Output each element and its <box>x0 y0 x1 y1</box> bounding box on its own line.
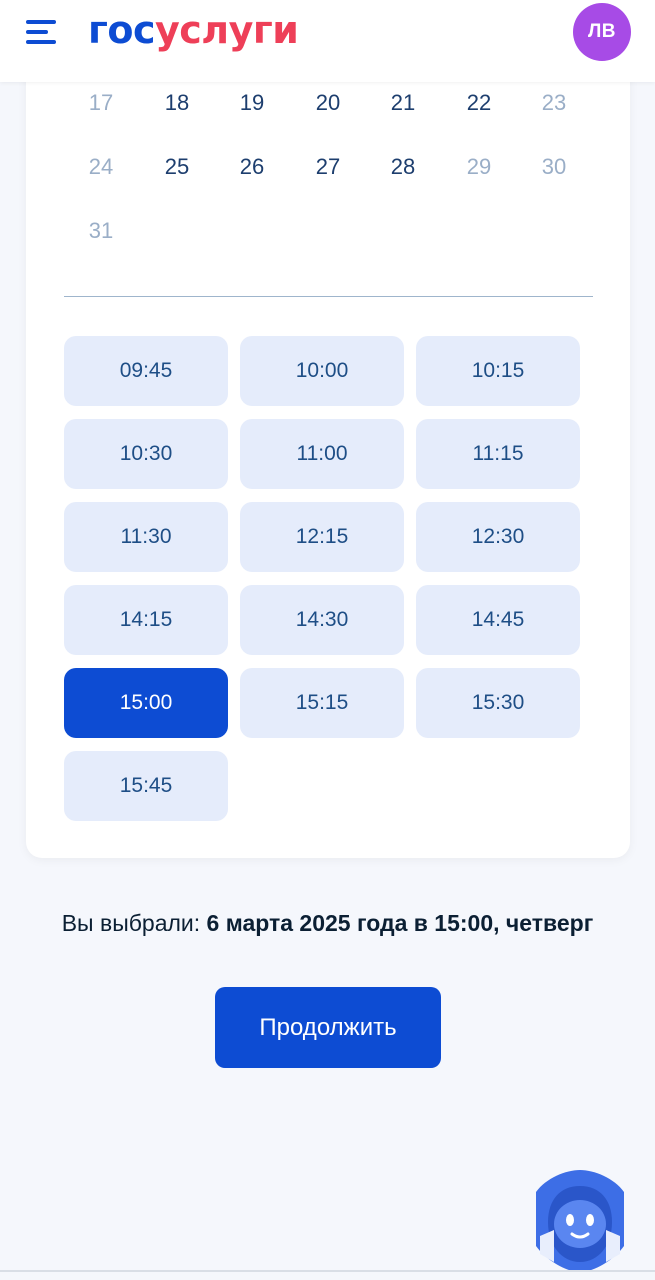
logo-part-gos: гос <box>88 8 156 52</box>
calendar-day[interactable]: 20 <box>298 89 358 117</box>
calendar-day: 24 <box>88 154 114 179</box>
time-slot[interactable]: 10:15 <box>416 336 580 406</box>
calendar-day[interactable]: 22 <box>449 89 509 117</box>
time-slot[interactable]: 11:30 <box>64 502 228 572</box>
selection-value: 6 марта 2025 года в 15:00, четверг <box>206 910 594 936</box>
bottom-divider <box>0 1270 655 1272</box>
selection-label: Вы выбрали: <box>61 910 207 936</box>
time-slot[interactable]: 10:30 <box>64 419 228 489</box>
time-slot[interactable]: 15:30 <box>416 668 580 738</box>
time-slot[interactable]: 10:00 <box>240 336 404 406</box>
calendar-day: 23 <box>541 90 567 115</box>
calendar-day[interactable]: 27 <box>298 153 358 181</box>
calendar-day: 31 <box>88 218 114 243</box>
menu-line <box>26 40 56 44</box>
app-header: госуслуги ЛВ <box>0 0 655 82</box>
calendar-day: 29 <box>466 154 492 179</box>
robot-assistant-icon[interactable] <box>530 1166 630 1276</box>
calendar-day[interactable]: 18 <box>147 89 207 117</box>
calendar-day[interactable]: 19 <box>222 89 282 117</box>
user-avatar[interactable]: ЛВ <box>573 3 631 61</box>
time-slot[interactable]: 15:15 <box>240 668 404 738</box>
time-slot[interactable]: 14:45 <box>416 585 580 655</box>
selection-summary: Вы выбрали: 6 марта 2025 года в 15:00, ч… <box>0 910 655 937</box>
booking-card: 17 18 19 20 21 22 23 24 25 26 27 28 29 30 31 09:45 10:0… <box>26 70 630 858</box>
continue-button[interactable]: Продолжить <box>215 987 441 1068</box>
calendar-day: 17 <box>88 90 114 115</box>
time-slot[interactable]: 12:15 <box>240 502 404 572</box>
time-slot[interactable]: 11:00 <box>240 419 404 489</box>
gosuslugi-logo[interactable]: госуслуги <box>88 6 299 54</box>
calendar-day: 30 <box>541 154 567 179</box>
time-slot[interactable]: 11:15 <box>416 419 580 489</box>
menu-line <box>26 20 56 24</box>
hamburger-menu-icon[interactable] <box>26 18 62 46</box>
calendar-day[interactable]: 25 <box>147 153 207 181</box>
calendar-day[interactable]: 28 <box>373 153 433 181</box>
time-slot[interactable]: 09:45 <box>64 336 228 406</box>
time-slot[interactable]: 14:30 <box>240 585 404 655</box>
time-slot[interactable]: 15:45 <box>64 751 228 821</box>
time-slot[interactable]: 14:15 <box>64 585 228 655</box>
logo-part-uslugi: услуги <box>155 8 299 52</box>
menu-line <box>26 30 48 34</box>
calendar-day[interactable]: 26 <box>222 153 282 181</box>
time-slot-selected[interactable]: 15:00 <box>64 668 228 738</box>
time-slot[interactable]: 12:30 <box>416 502 580 572</box>
divider <box>64 296 593 297</box>
calendar-day[interactable]: 21 <box>373 89 433 117</box>
